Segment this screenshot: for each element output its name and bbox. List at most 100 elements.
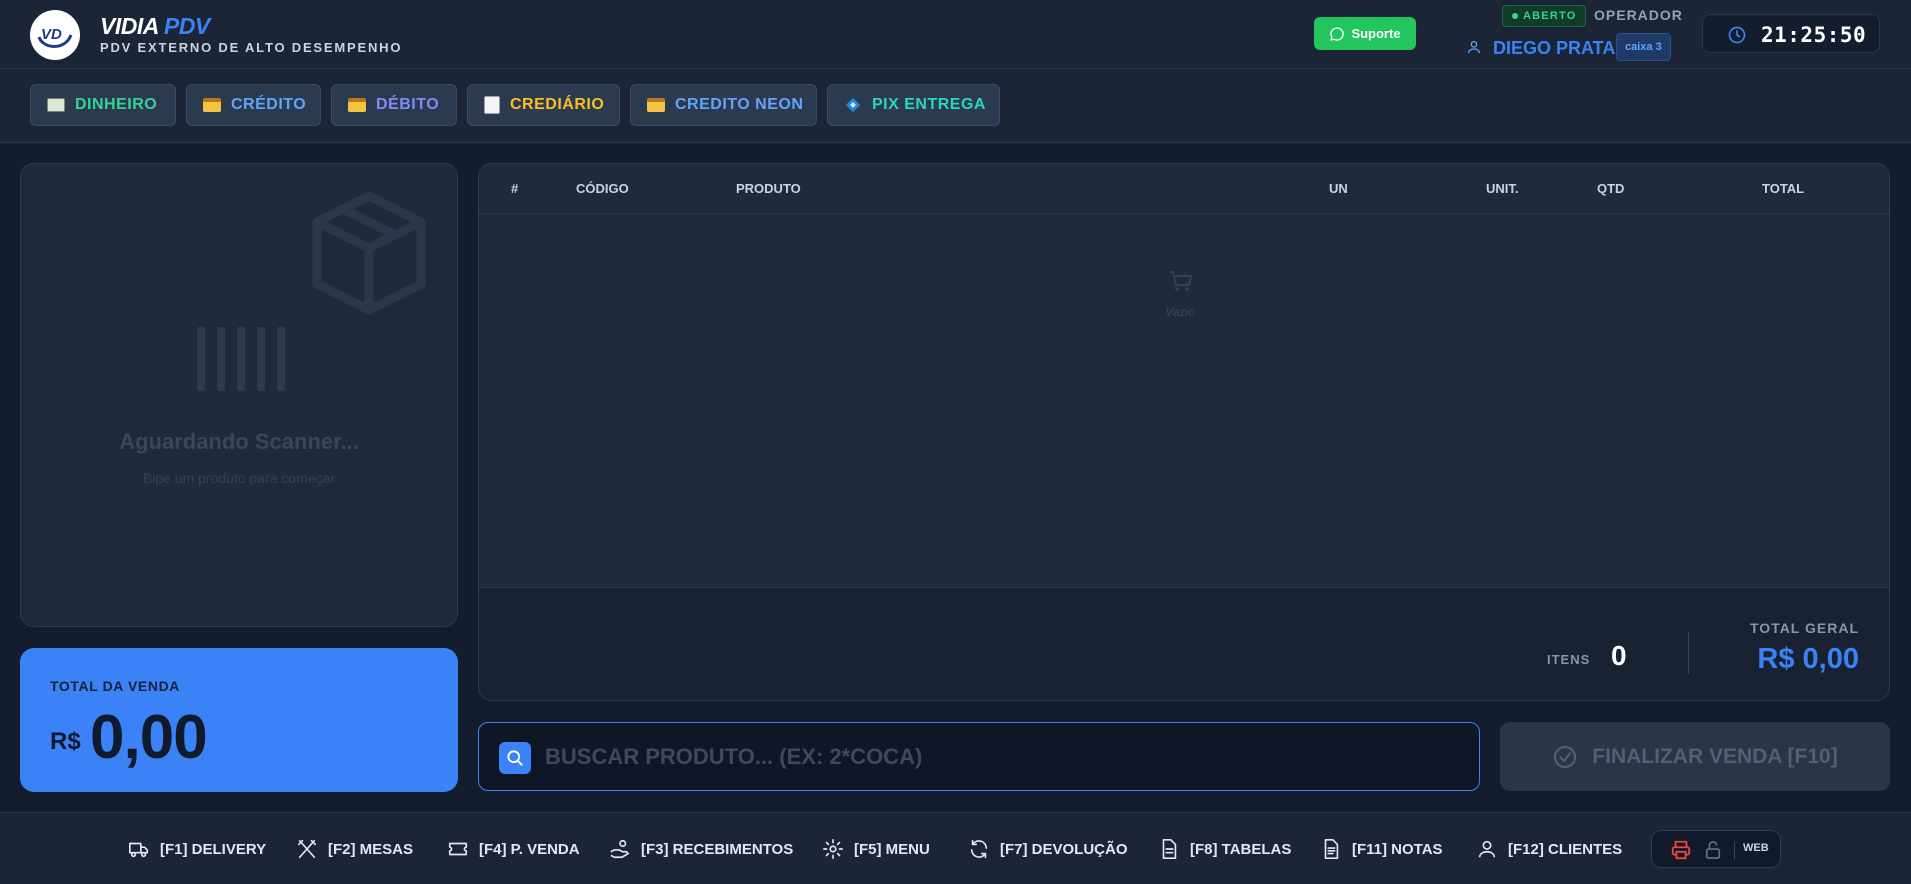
refresh-icon [970,839,988,859]
pix-icon [845,97,861,113]
shortcut-clientes-button[interactable]: [F12] CLIENTES [1476,837,1622,861]
shortcut-notas-button[interactable]: [F11] NOTAS [1320,837,1443,861]
chat-bubble-icon [1330,26,1345,41]
sale-total-currency: R$ [50,728,81,755]
user-icon [1478,840,1496,858]
payment-label: DINHEIRO [75,96,158,113]
web-mode-label: WEB [1743,842,1769,854]
shortcut-label: [F1] DELIVERY [160,840,267,858]
scanner-panel: Aguardando Scanner... Bipe um produto pa… [20,163,458,627]
payment-debito-button[interactable]: DÉBITO [331,84,457,126]
shortcut-mesas-button[interactable]: [F2] MESAS [296,837,413,861]
clock-icon [1728,26,1746,44]
payment-crediario-button[interactable]: CREDIÁRIO [467,84,620,126]
credit-card-icon [647,98,665,112]
payment-methods-bar: DINHEIRO CRÉDITO DÉBITO CREDIÁRIO CREDIT… [0,69,1911,143]
support-button[interactable]: Suporte [1314,17,1416,50]
clock-time: 21:25:50 [1761,23,1867,47]
register-badge: caixa 3 [1616,33,1671,61]
credit-card-icon [203,98,221,112]
search-input[interactable] [545,738,1445,776]
finalize-sale-button[interactable]: FINALIZAR VENDA [F10] [1500,722,1890,791]
column-header-index: # [511,181,519,196]
app-logo: VD [30,10,80,60]
payment-label: CREDITO NEON [675,96,804,113]
support-button-label: Suporte [1351,26,1401,41]
register-status-badge: ABERTO [1502,5,1587,27]
shortcut-label: [F8] TABELAS [1190,840,1292,858]
payment-credito-neon-button[interactable]: CREDITO NEON [630,84,817,126]
table-summary: ITENS 0 TOTAL GERAL R$ 0,00 [479,587,1889,700]
shortcut-menu-button[interactable]: [F5] MENU [822,837,930,861]
shortcut-label: [F12] CLIENTES [1508,840,1623,858]
column-header-unit-price: UNIT. [1486,181,1519,196]
ticket-icon [448,842,468,856]
summary-divider [1688,632,1689,674]
column-header-unit: UN [1329,181,1348,196]
brand-title-part1: VIDIA [100,13,159,39]
sale-total-card: TOTAL DA VENDA R$ 0,00 [20,648,458,792]
shortcut-delivery-button[interactable]: [F1] DELIVERY [128,837,266,861]
package-box-icon [312,191,426,315]
payment-label: PIX ENTREGA [872,96,986,113]
shortcut-tabelas-button[interactable]: [F8] TABELAS [1158,837,1291,861]
sale-total-label: TOTAL DA VENDA [50,678,180,694]
shortcut-label: [F11] NOTAS [1352,840,1443,858]
hand-coins-icon [610,839,630,859]
payment-pix-entrega-button[interactable]: PIX ENTREGA [827,84,1000,126]
shortcut-label: [F7] DEVOLUÇÃO [1000,840,1128,858]
grand-total-label: TOTAL GERAL [1750,620,1859,636]
status-dot-icon [1512,13,1518,19]
vd-logo-icon: VD [37,26,73,48]
gear-icon [823,839,843,859]
shortcut-pre-venda-button[interactable]: [F4] P. VENDA [447,837,580,861]
scanner-status-title: Aguardando Scanner... [119,429,359,454]
magnifier-icon [507,750,523,766]
payment-dinheiro-button[interactable]: DINHEIRO [30,84,176,126]
operator-label: OPERADOR [1594,7,1683,23]
shortcut-devolucao-button[interactable]: [F7] DEVOLUÇÃO [968,837,1128,861]
brand-title-part2: PDV [163,13,210,39]
truck-icon [129,842,149,858]
utensils-icon [297,839,317,859]
shortcut-label: [F3] RECEBIMENTOS [641,840,794,858]
sale-total-value: 0,00 [90,703,208,772]
empty-cart-icon [1169,271,1192,291]
finalize-sale-label: FINALIZAR VENDA [F10] [1592,744,1838,768]
shortcut-label: [F4] P. VENDA [479,840,580,858]
column-header-quantity: QTD [1597,181,1625,196]
column-header-code: CÓDIGO [576,181,629,196]
notes-icon [1324,839,1339,859]
system-divider [1734,841,1735,859]
app-header: VD VIDIA PDV PDV EXTERNO DE ALTO DESEMPE… [0,0,1911,69]
debit-card-icon [348,98,366,112]
items-count-value: 0 [1611,640,1627,671]
system-status-box: WEB [1651,830,1781,868]
memo-icon [484,96,500,114]
shortcut-recebimentos-button[interactable]: [F3] RECEBIMENTOS [609,837,793,861]
product-search[interactable] [478,722,1480,791]
banknote-icon [47,98,65,112]
items-count-label: ITENS [1547,652,1591,667]
search-icon [499,742,531,774]
payment-label: CREDIÁRIO [510,96,605,113]
brand-title: VIDIA PDV [100,13,210,39]
empty-table-text: Vazio [1165,305,1195,319]
payment-label: CRÉDITO [231,96,307,113]
items-table: # CÓDIGO PRODUTO UN UNIT. QTD TOTAL Vazi… [478,163,1890,701]
barcode-icon [197,327,285,391]
unlock-icon[interactable] [1704,840,1722,860]
shortcut-label: [F2] MESAS [328,840,414,858]
document-icon [1162,839,1177,859]
register-status-text: ABERTO [1523,10,1577,22]
table-header: # CÓDIGO PRODUTO UN UNIT. QTD TOTAL [479,164,1889,214]
grand-total-value: R$ 0,00 [1757,643,1859,675]
shortcut-bar: [F1] DELIVERY [F2] MESAS [F4] P. VENDA [… [0,812,1911,884]
payment-credito-button[interactable]: CRÉDITO [186,84,321,126]
scanner-status-subtitle: Bipe um produto para começar [142,470,336,486]
payment-label: DÉBITO [376,96,440,113]
shortcut-label: [F5] MENU [854,840,930,858]
brand-subtitle: PDV EXTERNO DE ALTO DESEMPENHO [100,40,403,55]
operator-name: DIEGO PRATA [1493,38,1616,58]
printer-icon[interactable] [1670,839,1692,861]
